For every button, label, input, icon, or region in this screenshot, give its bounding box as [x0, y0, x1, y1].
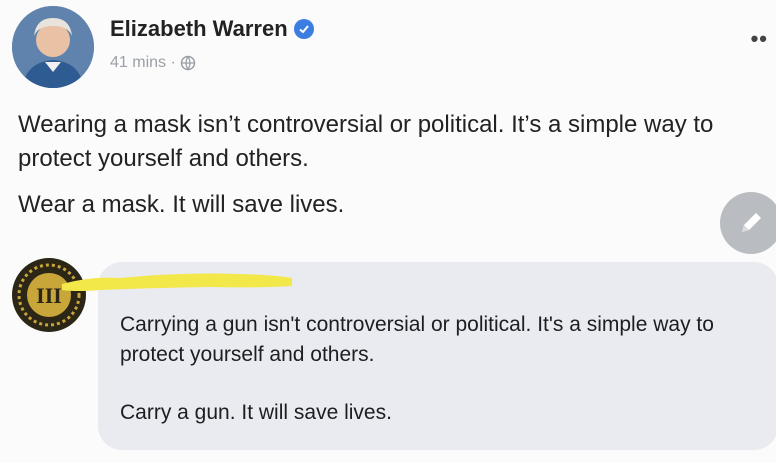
post-paragraph: Wear a mask. It will save lives. [18, 191, 345, 218]
post-body: Wearing a mask isn’t controversial or po… [18, 108, 738, 234]
post-meta: 41 mins · [110, 54, 196, 72]
comment-body: Carrying a gun isn't controversial or po… [120, 310, 760, 456]
post-timestamp[interactable]: 41 mins · [110, 54, 176, 72]
verified-badge-icon [293, 19, 314, 39]
more-options-button[interactable]: •• [751, 26, 768, 52]
globe-icon [180, 55, 196, 71]
edit-button[interactable] [720, 192, 776, 254]
comment-paragraph: Carry a gun. It will save lives. [120, 401, 392, 424]
author-name-row: Elizabeth Warren [110, 16, 314, 42]
comment-paragraph: Carrying a gun isn't controversial or po… [120, 313, 714, 366]
redacted-commenter-name [62, 273, 292, 291]
emblem-text: III [36, 283, 62, 308]
facebook-post: Elizabeth Warren 41 mins · •• Wearing a … [0, 0, 776, 463]
author-photo [12, 6, 94, 88]
pencil-icon [742, 213, 761, 232]
author-name[interactable]: Elizabeth Warren [110, 16, 288, 42]
author-avatar[interactable] [12, 6, 94, 88]
post-paragraph: Wearing a mask isn’t controversial or po… [18, 111, 714, 172]
